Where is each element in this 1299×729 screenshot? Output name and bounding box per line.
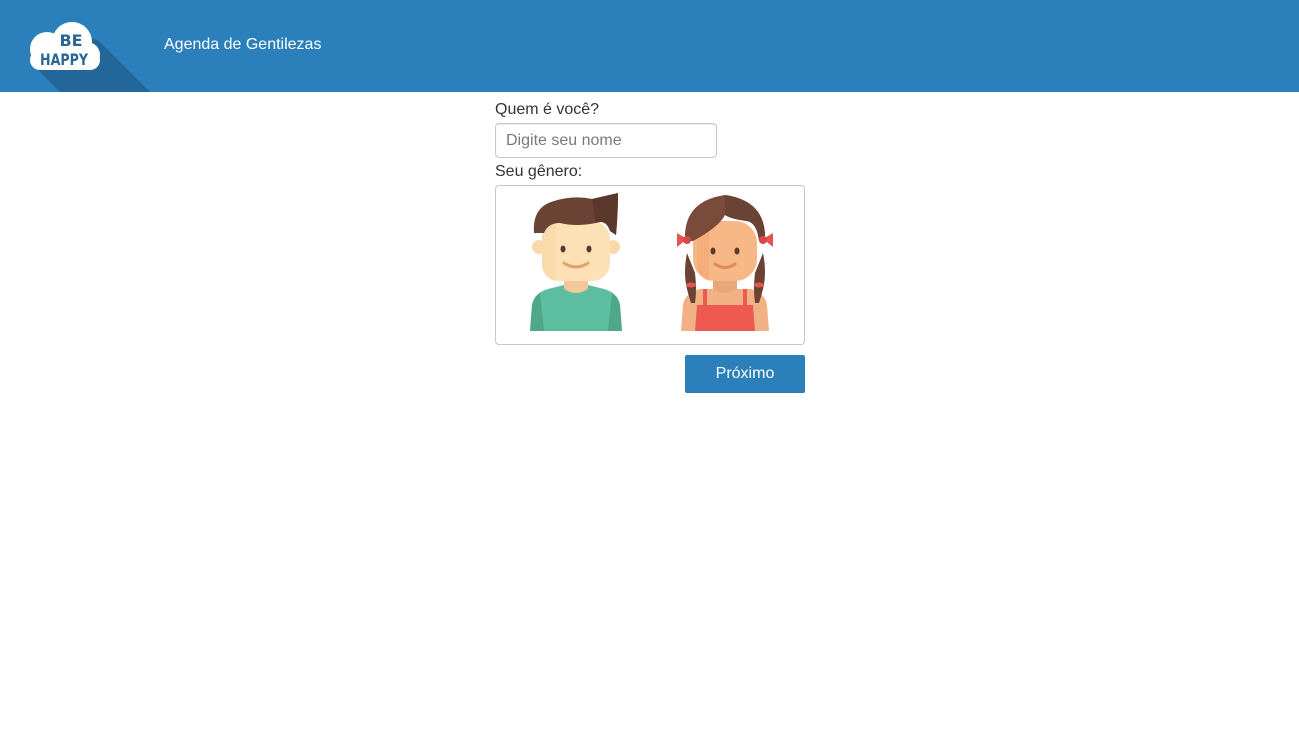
name-label: Quem é você?: [495, 101, 600, 118]
name-input[interactable]: [495, 123, 717, 158]
gender-option-male[interactable]: [526, 193, 626, 335]
app-header: BE HAPPY Agenda de Gentilezas: [0, 0, 1299, 92]
girl-avatar-icon: [677, 195, 773, 331]
gender-option-female[interactable]: [675, 193, 775, 335]
gender-label: Seu gênero:: [495, 163, 583, 180]
boy-avatar-icon: [530, 193, 622, 331]
next-button[interactable]: Próximo: [685, 355, 805, 393]
be-happy-logo[interactable]: BE HAPPY: [0, 0, 160, 92]
svg-text:BE: BE: [59, 31, 82, 50]
app-title: Agenda de Gentilezas: [164, 36, 322, 53]
gender-selector: [495, 185, 805, 345]
svg-text:HAPPY: HAPPY: [40, 50, 88, 69]
